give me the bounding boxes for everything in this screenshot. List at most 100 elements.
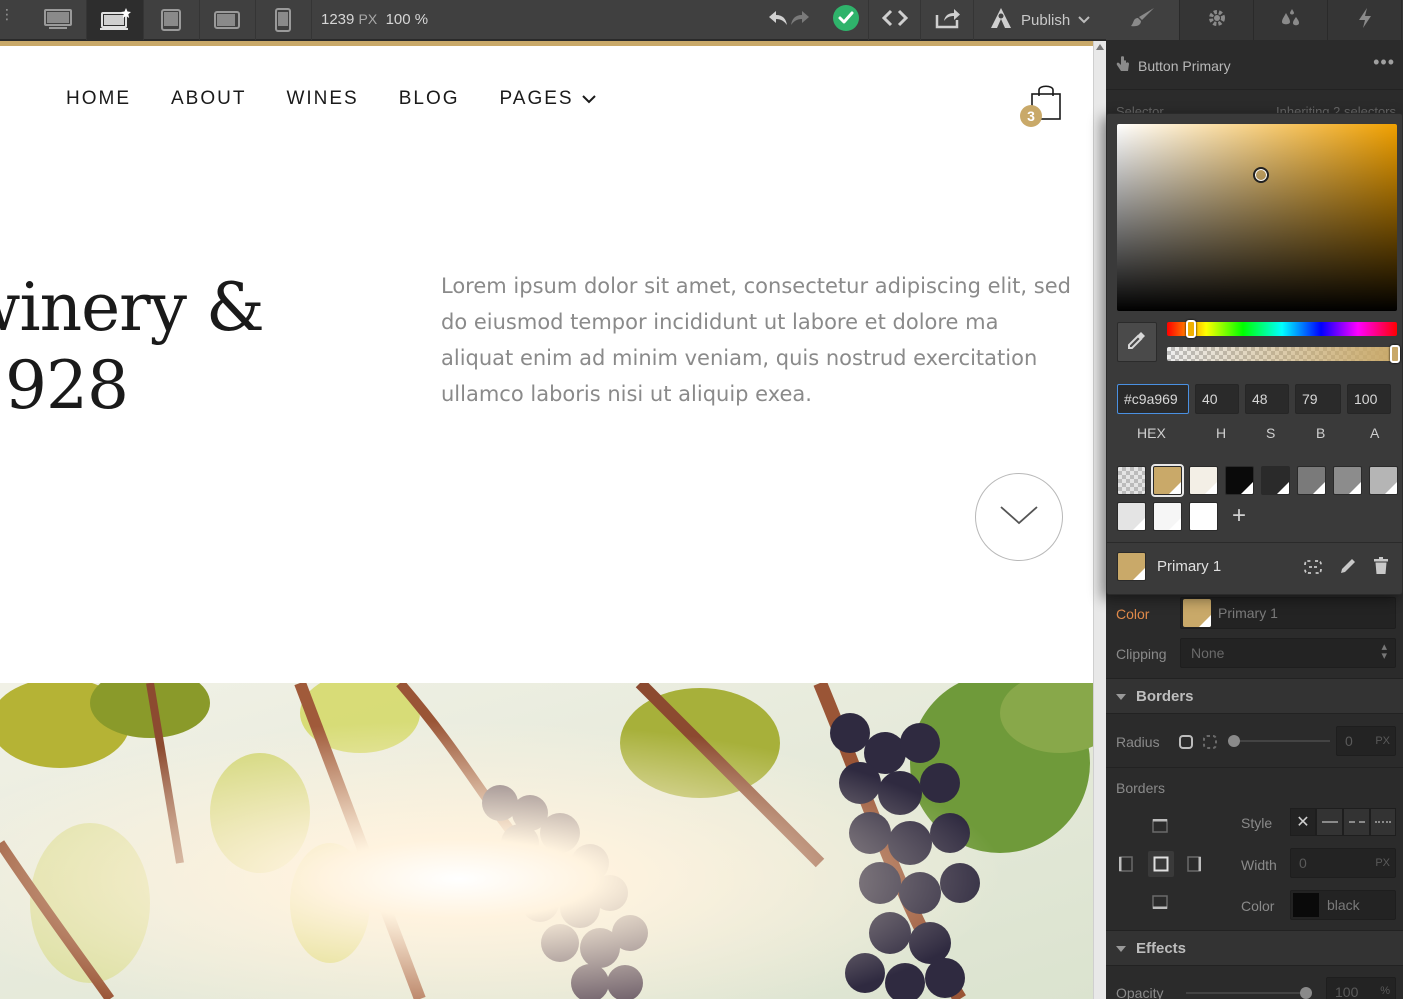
radius-all-icon[interactable] xyxy=(1179,735,1193,752)
save-status-button[interactable] xyxy=(830,0,861,40)
trash-icon[interactable] xyxy=(1373,557,1389,580)
radius-unit: PX xyxy=(1375,735,1390,747)
nav-about[interactable]: ABOUT xyxy=(171,88,246,110)
b-label: B xyxy=(1316,425,1326,441)
opacity-input[interactable]: 100 % xyxy=(1326,977,1396,999)
opacity-slider-handle[interactable] xyxy=(1300,987,1312,999)
tablet-landscape-view-button[interactable] xyxy=(143,0,200,40)
undo-icon[interactable] xyxy=(767,9,789,32)
color-field[interactable]: Primary 1 xyxy=(1180,597,1396,629)
nav-blog[interactable]: BLOG xyxy=(399,88,460,110)
drag-handle-icon[interactable]: ⋮ xyxy=(0,7,14,29)
color-swatch[interactable] xyxy=(1297,466,1326,495)
alpha-slider[interactable] xyxy=(1167,345,1400,363)
more-options-icon[interactable]: ••• xyxy=(1373,52,1395,73)
hex-input[interactable] xyxy=(1117,384,1189,414)
cart-count-badge: 3 xyxy=(1020,105,1042,127)
design-canvas[interactable]: HOME ABOUT WINES BLOG PAGES 3 winery & 1… xyxy=(0,41,1093,999)
clipping-value: None xyxy=(1191,645,1225,661)
desktop-view-button[interactable] xyxy=(30,0,87,40)
radius-slider-handle[interactable] xyxy=(1228,735,1240,747)
border-dashed-icon[interactable] xyxy=(1343,808,1370,836)
border-width-input[interactable]: 0 PX xyxy=(1290,848,1396,878)
opacity-slider-track[interactable] xyxy=(1186,987,1312,999)
clipping-select[interactable]: None ▴ ▾ xyxy=(1180,638,1396,668)
color-picker-handle[interactable] xyxy=(1253,167,1269,183)
border-solid-icon[interactable] xyxy=(1316,808,1343,836)
hue-slider-handle[interactable] xyxy=(1186,320,1197,338)
effects-section-header[interactable]: Effects xyxy=(1106,930,1403,966)
color-swatch[interactable] xyxy=(1189,466,1218,495)
alpha-input[interactable] xyxy=(1347,384,1391,414)
top-toolbar: ⋮ 1239 PX 100 % Publish xyxy=(0,0,1106,40)
border-bottom-icon[interactable] xyxy=(1152,894,1168,913)
unlink-icon[interactable] xyxy=(1303,557,1323,582)
saturation-input[interactable] xyxy=(1245,384,1289,414)
color-swatch[interactable] xyxy=(1369,466,1398,495)
color-swatch[interactable] xyxy=(1151,464,1184,497)
mobile-icon xyxy=(275,8,291,32)
color-swatch[interactable] xyxy=(1333,466,1362,495)
border-right-icon[interactable] xyxy=(1186,856,1202,875)
radius-individual-icon[interactable] xyxy=(1203,735,1217,752)
grapes-image xyxy=(0,683,1093,999)
color-swatch[interactable] xyxy=(1225,466,1254,495)
hex-label: HEX xyxy=(1137,425,1166,441)
global-swatch-row: Primary 1 xyxy=(1117,552,1397,584)
publish-button[interactable]: Publish xyxy=(985,0,1106,40)
hero-title-line-2: 1928 xyxy=(0,347,129,424)
hue-input[interactable] xyxy=(1195,384,1239,414)
hue-slider[interactable] xyxy=(1167,320,1397,338)
color-swatch[interactable] xyxy=(1153,502,1182,531)
brightness-input[interactable] xyxy=(1295,384,1341,414)
eyedropper-button[interactable] xyxy=(1117,322,1157,362)
border-color-label: Color xyxy=(1241,898,1275,914)
saturation-brightness-area[interactable] xyxy=(1117,124,1397,311)
tab-style[interactable] xyxy=(1106,0,1180,40)
scroll-down-button[interactable] xyxy=(975,473,1063,561)
border-left-icon[interactable] xyxy=(1118,856,1134,875)
updown-icon: ▴ ▾ xyxy=(1381,641,1387,662)
color-swatch[interactable] xyxy=(1117,502,1146,531)
color-swatch[interactable] xyxy=(1189,502,1218,531)
global-swatch-chip[interactable] xyxy=(1117,552,1146,581)
code-view-button[interactable] xyxy=(877,0,913,40)
canvas-top-accent xyxy=(0,41,1093,46)
laptop-view-button[interactable] xyxy=(87,0,144,40)
tablet-view-button[interactable] xyxy=(199,0,256,40)
pencil-icon[interactable] xyxy=(1339,557,1357,580)
scroll-up-arrow-icon[interactable] xyxy=(1096,44,1104,50)
chevron-down-icon xyxy=(1078,11,1090,29)
mobile-view-button[interactable] xyxy=(255,0,312,40)
border-color-field[interactable]: black xyxy=(1290,890,1396,920)
hero-title-line-1: winery & xyxy=(0,269,265,346)
radius-value: 0 xyxy=(1345,733,1353,749)
selector-name[interactable]: Button Primary xyxy=(1138,58,1231,74)
nav-wines[interactable]: WINES xyxy=(286,88,358,110)
nav-pages-label: PAGES xyxy=(499,88,574,109)
color-swatch[interactable] xyxy=(1261,466,1290,495)
border-dotted-icon[interactable] xyxy=(1370,808,1396,836)
a-label: A xyxy=(1370,425,1380,441)
radius-input[interactable]: 0 PX xyxy=(1336,726,1396,756)
tab-lightning[interactable] xyxy=(1328,0,1402,40)
tab-settings[interactable] xyxy=(1180,0,1254,40)
border-none-icon[interactable]: ✕ xyxy=(1290,808,1316,836)
color-label: Color xyxy=(1116,606,1150,622)
tab-interactions[interactable] xyxy=(1254,0,1328,40)
add-swatch-button[interactable]: + xyxy=(1232,504,1246,528)
global-swatch-name[interactable]: Primary 1 xyxy=(1157,558,1221,575)
color-field-value: Primary 1 xyxy=(1218,605,1278,621)
canvas-scrollbar[interactable] xyxy=(1093,41,1106,999)
color-picker-popover: HEX H S B A + Primary 1 xyxy=(1106,113,1403,595)
redo-icon[interactable] xyxy=(789,9,811,32)
color-swatch[interactable] xyxy=(1117,466,1146,495)
radius-slider-track[interactable] xyxy=(1228,735,1330,747)
nav-pages[interactable]: PAGES xyxy=(500,88,596,110)
export-button[interactable] xyxy=(930,0,966,40)
border-top-icon[interactable] xyxy=(1152,818,1168,837)
borders-section-header[interactable]: Borders xyxy=(1106,678,1403,714)
alpha-slider-handle[interactable] xyxy=(1390,345,1400,363)
nav-home[interactable]: HOME xyxy=(66,88,131,110)
border-all-icon[interactable] xyxy=(1148,851,1174,877)
